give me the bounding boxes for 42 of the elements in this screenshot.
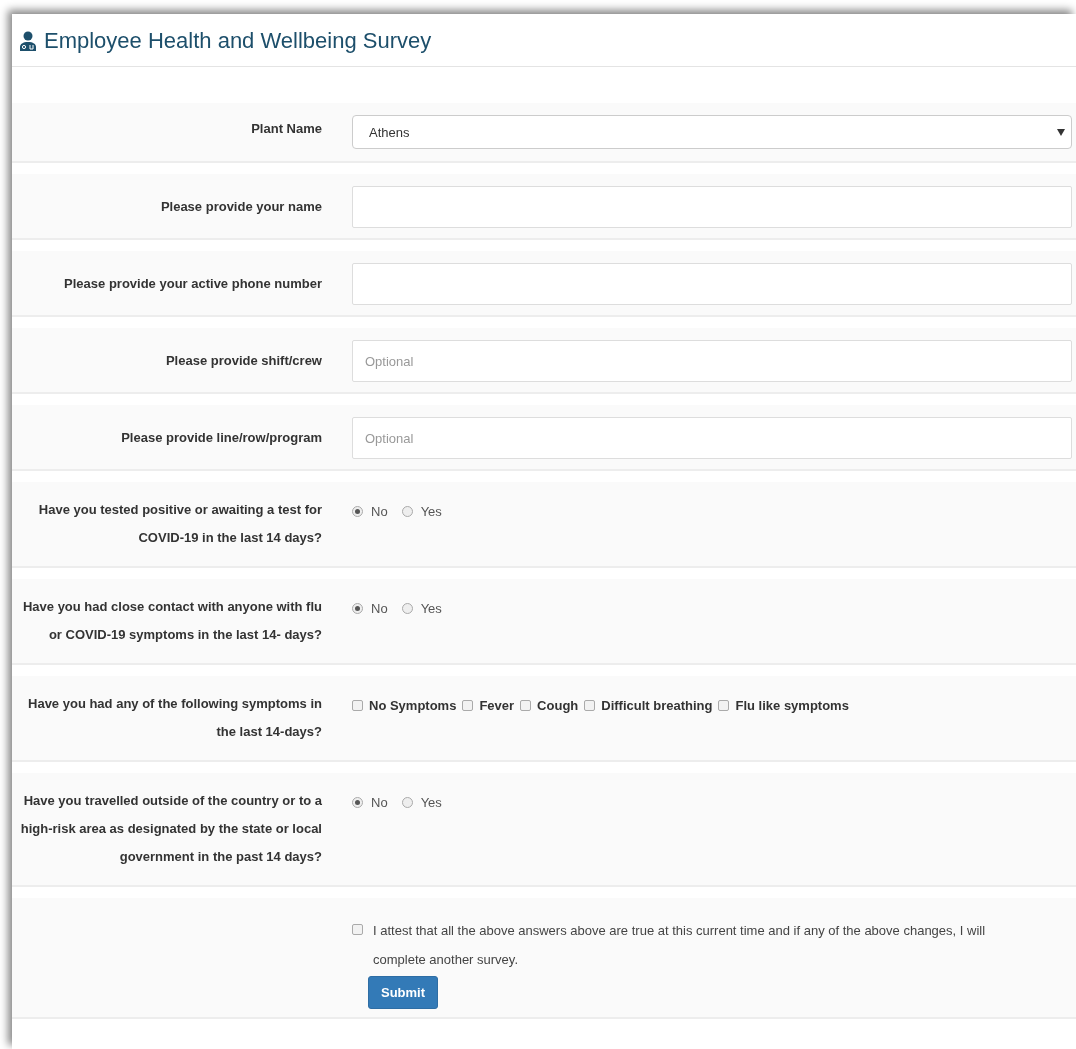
input-field[interactable] — [352, 186, 1072, 228]
plant-dropdown[interactable]: Athens — [352, 115, 1072, 149]
option-label: Yes — [420, 795, 442, 810]
field-label: Plant Name — [250, 120, 323, 138]
radio-button[interactable] — [401, 603, 413, 614]
option-label: No Symptoms — [369, 698, 457, 713]
input-field[interactable] — [352, 263, 1072, 305]
field-label: Please provide line/row/program — [120, 429, 323, 447]
checkbox[interactable] — [718, 700, 730, 711]
radio-button[interactable] — [352, 797, 363, 808]
option-label: No — [371, 504, 388, 519]
field-label: Please provide your name — [159, 198, 323, 216]
option-label: Difficult breathing — [601, 698, 713, 713]
caret-icon — [1057, 128, 1065, 136]
option-label: No — [371, 601, 388, 616]
field-label: Have you travelled outside of the country or to a high-risk area as designated by the state or local government in the past 14 days? — [19, 792, 323, 866]
page-title: Employee Health and Wellbeing Survey — [44, 28, 432, 54]
submit-button[interactable]: Submit — [368, 976, 439, 1009]
checkbox[interactable] — [584, 700, 596, 711]
field-label: Have you tested positive or awaiting a test for COVID-19 in the last 14 days? — [37, 501, 323, 547]
radio-button[interactable] — [352, 506, 363, 517]
doctor-icon — [18, 31, 38, 51]
field-label: Please provide shift/crew — [164, 352, 323, 370]
field-label: Have you had close contact with anyone with flu or COVID-19 symptoms in the last 14- days? — [21, 598, 323, 644]
option-label: Cough — [537, 698, 579, 713]
checkbox[interactable] — [462, 700, 474, 711]
attestation-text: I attest that all the above answers above are true at this current time and if any of the above changes, I will complete another survey. — [373, 922, 987, 969]
input-field[interactable]: Optional — [352, 417, 1072, 459]
radio-button[interactable] — [401, 506, 413, 517]
field-label: Please provide your active phone number — [63, 275, 323, 293]
option-label: Flu like symptoms — [735, 698, 849, 713]
checkbox[interactable] — [352, 924, 363, 935]
option-label: No — [371, 795, 388, 810]
radio-button[interactable] — [401, 797, 413, 808]
field-label: Have you had any of the following symptoms in the last 14-days? — [27, 695, 323, 741]
option-label: Yes — [420, 601, 442, 616]
radio-button[interactable] — [352, 603, 363, 614]
option-label: Fever — [479, 698, 515, 713]
checkbox[interactable] — [520, 700, 532, 711]
input-field[interactable]: Optional — [352, 340, 1072, 382]
option-label: Yes — [420, 504, 442, 519]
checkbox[interactable] — [352, 700, 363, 711]
